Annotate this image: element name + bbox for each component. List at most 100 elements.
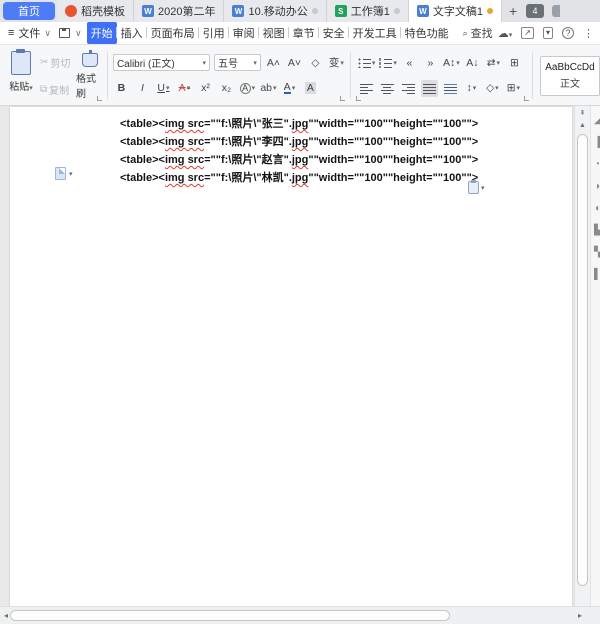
new-tab-button[interactable]: + bbox=[502, 0, 524, 22]
scroll-up-button[interactable]: ▲ bbox=[575, 119, 590, 132]
dialog-launcher[interactable] bbox=[524, 96, 530, 101]
writer-icon: W bbox=[416, 5, 429, 17]
text-effects-button[interactable]: A ▾ bbox=[239, 80, 256, 97]
paste-options-widget[interactable]: ▾ bbox=[468, 180, 485, 194]
menu-item[interactable]: 审阅 bbox=[227, 22, 259, 44]
cloud-sync-icon[interactable]: ☁▾ bbox=[498, 27, 513, 40]
borders-button[interactable]: ⊞ ▾ bbox=[505, 80, 522, 97]
vertical-scrollbar[interactable]: ⇞ ▲ bbox=[574, 106, 590, 606]
window-tab-bar: 首页 稻壳模板 W 2020第二年 W 10.移动办公 S 工作簿1 W 文字文… bbox=[0, 0, 600, 22]
bold-button[interactable]: B bbox=[113, 80, 130, 97]
hamburger-icon: ≡ bbox=[8, 27, 15, 39]
save-dropdown-icon[interactable]: ∨ bbox=[75, 28, 82, 39]
menu-item[interactable]: 开发工具 bbox=[347, 22, 401, 44]
search-icon: ⌕ bbox=[462, 27, 468, 38]
tab-docer-templates[interactable]: 稻壳模板 bbox=[57, 0, 134, 22]
scissors-icon: ✂ bbox=[40, 57, 49, 68]
doc-code-line[interactable]: <table><img src=""f:\照片\"林凯".jpg""width=… bbox=[120, 169, 478, 187]
font-name-select[interactable]: Calibri (正文) ▾ bbox=[112, 54, 210, 72]
superscript-button[interactable]: x² bbox=[197, 80, 214, 97]
margin-widget[interactable]: ▾ bbox=[55, 167, 73, 180]
scroll-right-button[interactable]: ▸ bbox=[578, 611, 582, 620]
text-direction-button[interactable]: A↕ ▾ bbox=[443, 54, 460, 71]
copy-button[interactable]: ⧉ 复制 bbox=[40, 82, 76, 97]
subscript-button[interactable]: x₂ bbox=[218, 80, 235, 97]
style-normal[interactable]: AaBbCcDd 正文 bbox=[539, 55, 600, 96]
menu-item[interactable]: 页面布局 bbox=[145, 22, 199, 44]
horizontal-scroll-thumb[interactable] bbox=[10, 610, 450, 621]
doc-lines[interactable]: <table><img src=""f:\照片\"张三".jpg""width=… bbox=[120, 115, 478, 187]
bullets-button[interactable]: ▾ bbox=[357, 54, 375, 71]
document-page[interactable]: <table><img src=""f:\照片\"张三".jpg""width=… bbox=[10, 107, 572, 606]
clear-format-icon[interactable]: ◇ bbox=[307, 54, 324, 71]
menu-item[interactable]: 视图 bbox=[257, 22, 289, 44]
line-spacing-button[interactable]: ↕ ▾ bbox=[463, 80, 480, 97]
menu-item[interactable]: 特色功能 bbox=[399, 22, 453, 44]
vertical-scroll-thumb[interactable] bbox=[577, 134, 588, 586]
dialog-launcher[interactable] bbox=[97, 96, 102, 101]
dialog-launcher[interactable] bbox=[355, 96, 361, 101]
cutoff-window-icon bbox=[552, 5, 561, 17]
align-left-button[interactable] bbox=[358, 80, 375, 97]
styles-group: AaBbCcDd 正文 bbox=[536, 48, 600, 103]
paragraph-layout-button[interactable]: ⊞ bbox=[506, 54, 523, 71]
shading-button[interactable]: ◇ ▾ bbox=[484, 80, 501, 97]
find-button[interactable]: ⌕ 查找 bbox=[463, 25, 493, 41]
dialog-launcher[interactable] bbox=[339, 96, 345, 101]
horizontal-scrollbar[interactable]: ◂ ▸ bbox=[0, 606, 600, 624]
home-tab[interactable]: 首页 bbox=[3, 2, 55, 20]
grow-font-button[interactable]: A˄ bbox=[265, 54, 282, 71]
modified-dot bbox=[311, 8, 318, 14]
increase-indent-button[interactable]: » bbox=[422, 54, 439, 71]
caret-down-icon: ▾ bbox=[481, 184, 485, 192]
chevron-down-icon: ∨ bbox=[44, 27, 52, 38]
tab-document-2020[interactable]: W 2020第二年 bbox=[134, 0, 225, 22]
shrink-font-button[interactable]: A˅ bbox=[286, 54, 303, 71]
menu-item[interactable]: 引用 bbox=[197, 22, 229, 44]
previous-page-button[interactable]: ⇞ bbox=[575, 106, 590, 119]
font-size-select[interactable]: 五号 ▾ bbox=[213, 54, 261, 72]
writer-icon: W bbox=[232, 5, 245, 17]
highlight-button[interactable]: ab ▾ bbox=[260, 80, 277, 97]
save-icon[interactable] bbox=[59, 28, 71, 38]
align-right-button[interactable] bbox=[400, 80, 417, 97]
menu-item[interactable]: 开始 bbox=[86, 22, 117, 44]
char-shading-button[interactable]: A bbox=[302, 80, 319, 97]
clipboard-icon bbox=[468, 180, 479, 194]
doc-code-line[interactable]: <table><img src=""f:\照片\"赵言".jpg""width=… bbox=[120, 151, 478, 169]
distribute-button[interactable] bbox=[442, 80, 459, 97]
help-icon[interactable]: ? bbox=[562, 27, 574, 39]
cut-button[interactable]: ✂ 剪切 bbox=[40, 55, 76, 70]
paste-button[interactable]: 粘贴▾ bbox=[4, 49, 38, 103]
menu-item[interactable]: 章节 bbox=[287, 22, 319, 44]
document-area: <table><img src=""f:\照片\"张三".jpg""width=… bbox=[0, 106, 600, 606]
cutoff-side-toolbar: ◢ ▐ ◔ ◑ ◖ ▙ ▚ ▌ bbox=[590, 106, 600, 606]
doc-code-line[interactable]: <table><img src=""f:\照片\"张三".jpg""width=… bbox=[120, 115, 478, 133]
share-icon[interactable]: ↗ bbox=[521, 27, 534, 39]
tab-workbook1[interactable]: S 工作簿1 bbox=[326, 0, 409, 22]
file-menu-button[interactable]: ≡ 文件 ∨ bbox=[0, 25, 59, 41]
numbering-button[interactable]: ▾ bbox=[379, 54, 397, 71]
doc-code-line[interactable]: <table><img src=""f:\照片\"李四".jpg""width=… bbox=[120, 133, 478, 151]
show-marks-button[interactable]: ⇄ ▾ bbox=[485, 54, 502, 71]
align-center-button[interactable] bbox=[379, 80, 396, 97]
font-color-button[interactable]: A ▾ bbox=[281, 80, 298, 97]
text-tool-icon[interactable]: 变 ▾ bbox=[328, 54, 345, 71]
menu-right-icons: ☁▾ ↗ ▾ ? ⋮ bbox=[498, 27, 600, 40]
tab-mobile-office[interactable]: W 10.移动办公 bbox=[224, 0, 327, 22]
window-count-badge[interactable]: 4 bbox=[526, 4, 545, 18]
menu-item[interactable]: 安全 bbox=[317, 22, 349, 44]
copy-icon: ⧉ bbox=[40, 84, 48, 95]
tab-text-document1[interactable]: W 文字文稿1 bbox=[408, 0, 503, 22]
underline-button[interactable]: U ▾ bbox=[155, 80, 172, 97]
sort-button[interactable]: A↓ bbox=[464, 54, 481, 71]
menu-item[interactable]: 插入 bbox=[115, 22, 147, 44]
decrease-indent-button[interactable]: « bbox=[401, 54, 418, 71]
switch-window-icon[interactable]: ▾ bbox=[542, 27, 553, 39]
justify-button[interactable] bbox=[420, 79, 438, 97]
more-icon[interactable]: ⋮ bbox=[583, 27, 594, 40]
modified-dot bbox=[393, 8, 400, 14]
docer-icon bbox=[65, 5, 77, 17]
italic-button[interactable]: I bbox=[134, 80, 151, 97]
strikethrough-button[interactable]: A ▾ bbox=[176, 80, 193, 97]
